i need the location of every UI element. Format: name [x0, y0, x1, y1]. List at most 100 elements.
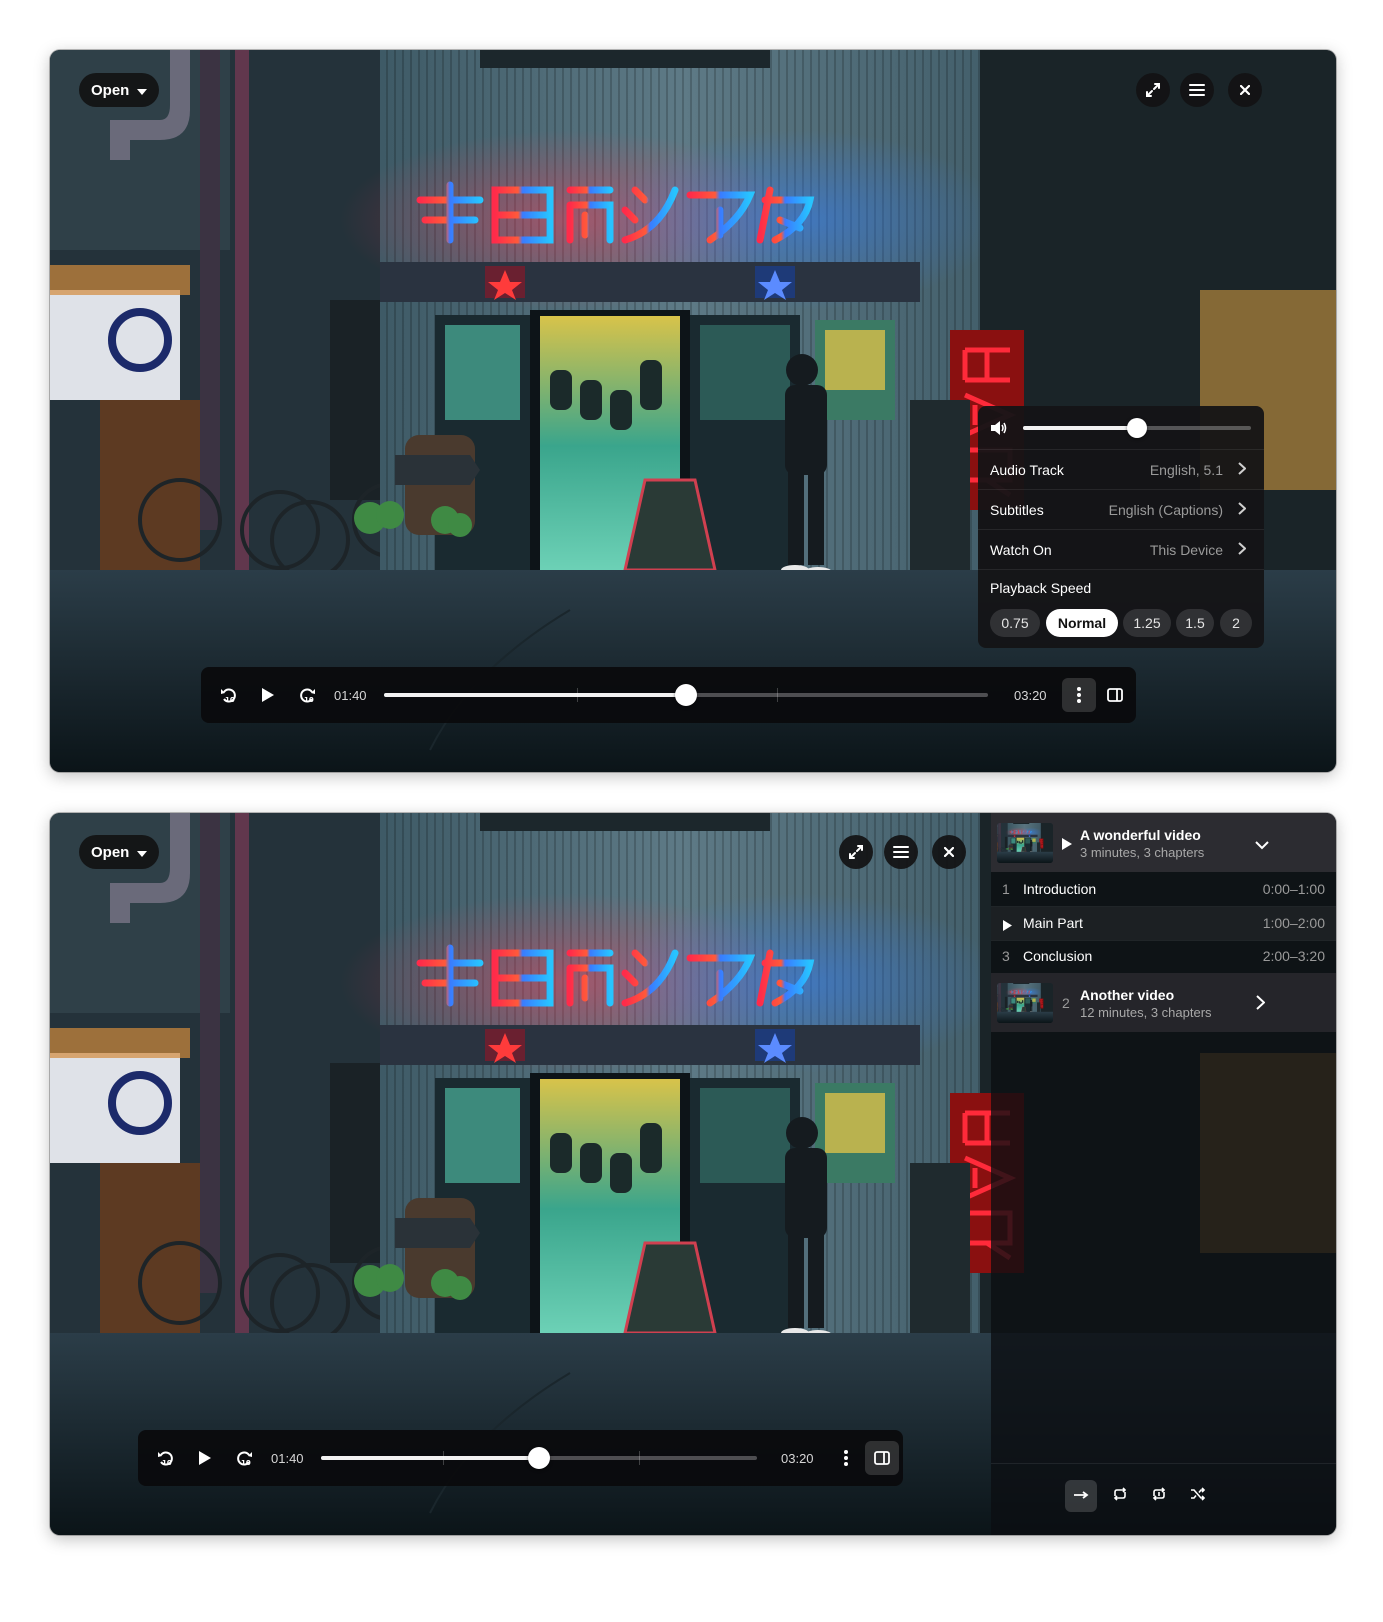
- sidebar-icon: [1107, 688, 1123, 702]
- repeat-one-icon: [1151, 1486, 1167, 1506]
- seek-bar[interactable]: [384, 684, 988, 706]
- audio-track-value: English, 5.1: [1149, 461, 1223, 478]
- chapter-item[interactable]: 3 Conclusion 2:00–3:20: [991, 940, 1336, 973]
- speed-option-2[interactable]: 2: [1220, 609, 1252, 637]
- chevron-down-icon: [137, 844, 148, 861]
- chapter-mark: [577, 688, 579, 702]
- watch-on-value: This Device: [1149, 541, 1223, 558]
- more-vertical-icon: [844, 1450, 848, 1466]
- shuffle-button[interactable]: [1182, 1480, 1214, 1512]
- forward-10-button[interactable]: 10: [290, 678, 324, 712]
- chapter-name: Introduction: [1023, 881, 1097, 897]
- seek-fill: [384, 693, 686, 697]
- svg-text:10: 10: [241, 1459, 251, 1467]
- playlist-mode-bar: [991, 1463, 1336, 1535]
- sidebar-icon: [874, 1451, 890, 1465]
- watch-on-label: Watch On: [990, 541, 1052, 558]
- playback-controls: 10 10 01:40 03:20: [138, 1430, 903, 1486]
- watch-on-row[interactable]: Watch On This Device: [978, 530, 1264, 569]
- play-icon: [1003, 918, 1012, 934]
- duration-time: 03:20: [781, 1450, 814, 1466]
- play-icon: [198, 1450, 212, 1466]
- svg-text:10: 10: [304, 696, 314, 704]
- replay-10-button[interactable]: 10: [212, 678, 246, 712]
- speed-option-0-75[interactable]: 0.75: [990, 609, 1040, 637]
- main-menu-button[interactable]: [884, 835, 918, 869]
- video-thumbnail: [997, 983, 1053, 1023]
- fullscreen-button[interactable]: [839, 835, 873, 869]
- playback-controls: 10 10 01:40 03:20: [201, 667, 1136, 723]
- audio-track-label: Audio Track: [990, 461, 1064, 478]
- replay-10-icon: 10: [220, 686, 238, 704]
- next-video-item[interactable]: 2 Another video 12 minutes, 3 chapters: [991, 973, 1336, 1032]
- chevron-right-icon: [1238, 542, 1247, 558]
- forward-10-button[interactable]: 10: [227, 1441, 261, 1475]
- chevron-right-icon: [1238, 502, 1247, 518]
- close-button[interactable]: [932, 835, 966, 869]
- playback-speed-label: Playback Speed: [990, 580, 1092, 596]
- settings-menu: Audio Track English, 5.1 Subtitles Engli…: [978, 406, 1264, 648]
- svg-text:10: 10: [225, 696, 235, 704]
- sidebar-toggle-button[interactable]: [1098, 678, 1132, 712]
- fullscreen-button[interactable]: [1136, 73, 1170, 107]
- video-thumbnail: [997, 823, 1053, 863]
- repeat-all-button[interactable]: [1104, 1480, 1136, 1512]
- forward-10-icon: 10: [298, 686, 316, 704]
- play-button[interactable]: [188, 1441, 222, 1475]
- subtitles-value: English (Captions): [1108, 501, 1223, 518]
- next-video-number: 2: [1062, 995, 1070, 1011]
- subtitles-row[interactable]: Subtitles English (Captions): [978, 490, 1264, 529]
- repeat-none-icon: [1073, 1487, 1089, 1505]
- volume-fill: [1023, 426, 1137, 430]
- chevron-right-icon: [1256, 995, 1266, 1015]
- speed-option-1-5[interactable]: 1.5: [1176, 609, 1214, 637]
- replay-10-icon: 10: [157, 1449, 175, 1467]
- open-label: Open: [91, 843, 130, 861]
- audio-track-row[interactable]: Audio Track English, 5.1: [978, 450, 1264, 489]
- more-options-button[interactable]: [1062, 678, 1096, 712]
- seek-knob[interactable]: [528, 1447, 550, 1469]
- volume-knob[interactable]: [1127, 418, 1147, 438]
- main-menu-button[interactable]: [1180, 73, 1214, 107]
- play-button[interactable]: [251, 678, 285, 712]
- repeat-all-icon: [1112, 1486, 1128, 1506]
- chapter-number: 1: [1002, 881, 1010, 897]
- chapter-item[interactable]: 1 Introduction 0:00–1:00: [991, 873, 1336, 906]
- replay-10-button[interactable]: 10: [149, 1441, 183, 1475]
- current-video-subtitle: 3 minutes, 3 chapters: [1080, 845, 1205, 860]
- chapter-mark: [443, 1451, 445, 1465]
- chapter-number: 3: [1002, 948, 1010, 964]
- seek-bar[interactable]: [321, 1447, 757, 1469]
- play-icon: [261, 687, 275, 703]
- close-button[interactable]: [1228, 73, 1262, 107]
- chapter-range: 0:00–1:00: [1262, 881, 1325, 897]
- next-video-title: Another video: [1080, 987, 1175, 1003]
- svg-text:10: 10: [162, 1459, 172, 1467]
- speed-option-1-25[interactable]: 1.25: [1123, 609, 1171, 637]
- chevron-down-icon: [137, 82, 148, 99]
- menu-icon: [1189, 83, 1205, 97]
- more-options-button[interactable]: [829, 1441, 863, 1475]
- repeat-one-button[interactable]: [1143, 1480, 1175, 1512]
- menu-icon: [893, 845, 909, 859]
- elapsed-time: 01:40: [271, 1450, 304, 1466]
- repeat-none-button[interactable]: [1065, 1480, 1097, 1512]
- next-video-subtitle: 12 minutes, 3 chapters: [1080, 1005, 1212, 1020]
- open-button[interactable]: Open: [79, 835, 160, 869]
- subtitles-label: Subtitles: [990, 501, 1044, 518]
- elapsed-time: 01:40: [334, 687, 367, 703]
- playlist-sidebar: A wonderful video 3 minutes, 3 chapters …: [991, 813, 1336, 1535]
- chapter-range: 2:00–3:20: [1262, 948, 1325, 964]
- chevron-down-icon[interactable]: [1255, 837, 1269, 855]
- current-video-header[interactable]: A wonderful video 3 minutes, 3 chapters: [991, 813, 1336, 872]
- volume-slider[interactable]: [1023, 418, 1251, 438]
- forward-10-icon: 10: [235, 1449, 253, 1467]
- seek-knob[interactable]: [675, 684, 697, 706]
- shuffle-icon: [1190, 1486, 1206, 1506]
- open-button[interactable]: Open: [79, 73, 160, 107]
- close-icon: [944, 847, 954, 857]
- chapter-item-playing[interactable]: Main Part 1:00–2:00: [991, 907, 1336, 940]
- chapter-name: Conclusion: [1023, 948, 1093, 964]
- speed-option-normal[interactable]: Normal: [1046, 609, 1118, 637]
- sidebar-toggle-button[interactable]: [865, 1441, 899, 1475]
